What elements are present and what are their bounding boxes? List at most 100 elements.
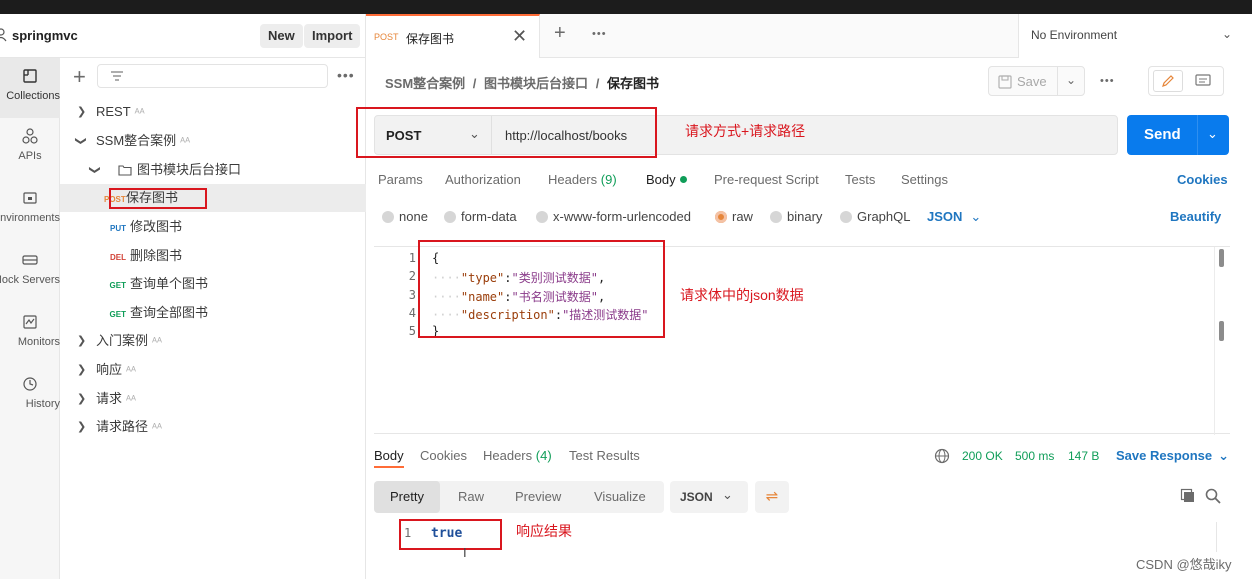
request-name: 查询单个图书 [130, 276, 209, 291]
rail-label-monitors: Monitors [17, 336, 60, 348]
environments-icon [23, 192, 37, 204]
rail-environments[interactable]: Environments [0, 190, 60, 224]
headers-count: (9) [600, 172, 617, 187]
radio-form-data[interactable]: form-data [444, 209, 517, 224]
copy-icon[interactable] [1180, 488, 1196, 504]
tree-item-intro[interactable]: ❯ 入门案例 ᴬᴬ [60, 327, 366, 355]
rail-history[interactable]: History [0, 376, 60, 410]
annotation-box-response [399, 519, 502, 550]
scrollbar-thumb[interactable] [1219, 321, 1224, 341]
save-icon [998, 75, 1012, 89]
radio-raw[interactable]: raw [715, 209, 753, 224]
chevron-right-icon: ❯ [77, 421, 87, 433]
response-tab-cookies[interactable]: Cookies [420, 448, 467, 463]
body-indicator-dot [679, 176, 687, 183]
environment-select[interactable]: No Environment ⌄ [1018, 14, 1252, 58]
tree-request-update-book[interactable]: PUT 修改图书 [60, 213, 366, 241]
tree-request-delete-book[interactable]: DEL 删除图书 [60, 242, 366, 270]
breadcrumb-folder[interactable]: 图书模块后台接口 [484, 76, 588, 91]
breadcrumb-collection[interactable]: SSM整合案例 [385, 76, 465, 91]
body-format-select[interactable]: JSON ⌄ [927, 209, 981, 225]
filter-input[interactable] [97, 64, 328, 88]
divider [1057, 67, 1058, 95]
tab-save-book[interactable]: POST 保存图书 ✕ [366, 14, 540, 58]
comment-icon[interactable] [1195, 74, 1211, 88]
radio-label: x-www-form-urlencoded [553, 209, 691, 224]
radio-graphql[interactable]: GraphQL [840, 209, 910, 224]
response-tab-headers[interactable]: Headers (4) [483, 448, 552, 463]
tabs-more-icon[interactable]: ••• [592, 28, 607, 40]
close-icon[interactable]: ✕ [512, 26, 527, 47]
response-view-toolbar: Pretty Raw Preview Visualize [374, 481, 664, 513]
chevron-down-icon: ❯ [88, 165, 101, 175]
tree-request-get-all-books[interactable]: GET 查询全部图书 [60, 299, 366, 327]
response-time[interactable]: 500 ms [1015, 449, 1054, 463]
annotation-text-body: 请求体中的json数据 [680, 287, 804, 303]
request-name: 修改图书 [130, 219, 183, 234]
line-number: 4 [408, 306, 416, 320]
editor-scroll-track [1214, 247, 1215, 435]
chevron-down-icon: ⌄ [722, 487, 733, 502]
response-format-value: JSON [680, 490, 713, 504]
beautify-link[interactable]: Beautify [1170, 209, 1221, 224]
tab-tests[interactable]: Tests [845, 172, 875, 187]
tree-folder[interactable]: ❯ 图书模块后台接口 [60, 156, 366, 184]
radio-urlencoded[interactable]: x-www-form-urlencoded [536, 209, 691, 224]
chevron-down-icon[interactable]: ⌄ [1066, 73, 1076, 87]
response-format-select[interactable]: JSON ⌄ [670, 481, 748, 513]
status-code[interactable]: 200 OK [962, 449, 1003, 463]
tree-request-save-book[interactable]: POST保存图书 [60, 184, 366, 212]
tab-prerequest-script[interactable]: Pre-request Script [714, 172, 819, 187]
wrap-lines-button[interactable]: ⇌ [755, 481, 789, 513]
radio-binary[interactable]: binary [770, 209, 822, 224]
save-response-button[interactable]: Save Response ⌄ [1116, 448, 1229, 464]
chevron-down-icon: ⌄ [1221, 27, 1232, 41]
shared-icon: ᴬᴬ [126, 365, 136, 377]
breadcrumb-separator: / [472, 76, 477, 91]
tree-item-rest[interactable]: ❯ REST ᴬᴬ [60, 98, 366, 126]
text-cursor-icon: I [463, 545, 467, 560]
window-top-bar [0, 0, 1252, 14]
left-rail: Collections APIs Environments Mock Serve… [0, 58, 60, 579]
tree-item-response[interactable]: ❯ 响应 ᴬᴬ [60, 356, 366, 384]
tree-item-ssm[interactable]: ❯ SSM整合案例 ᴬᴬ [60, 127, 366, 155]
cookies-link[interactable]: Cookies [1177, 172, 1228, 187]
workspace-name[interactable]: springmvc [12, 28, 78, 43]
scrollbar-thumb[interactable] [1219, 249, 1224, 267]
tab-authorization[interactable]: Authorization [445, 172, 521, 187]
tab-body[interactable]: Body [646, 172, 687, 187]
request-more-icon[interactable]: ••• [1100, 75, 1115, 87]
radio-label: raw [732, 209, 753, 224]
request-label: GET 查询单个图书 [108, 270, 208, 300]
response-tab-test-results[interactable]: Test Results [569, 448, 640, 463]
tab-settings[interactable]: Settings [901, 172, 948, 187]
tree-item-request-path[interactable]: ❯ 请求路径 ᴬᴬ [60, 413, 366, 441]
response-size[interactable]: 147 B [1068, 449, 1099, 463]
view-raw[interactable]: Raw [448, 481, 494, 513]
new-tab-icon[interactable]: + [554, 22, 566, 45]
save-button[interactable]: Save ⌄ [988, 66, 1085, 96]
rail-collections[interactable]: Collections [0, 58, 60, 118]
response-tab-body[interactable]: Body [374, 448, 404, 468]
tab-headers[interactable]: Headers (9) [548, 172, 617, 187]
chevron-down-icon[interactable]: ⌄ [1207, 126, 1218, 142]
view-visualize[interactable]: Visualize [584, 481, 656, 513]
tree-item-request[interactable]: ❯ 请求 ᴬᴬ [60, 385, 366, 413]
radio-none[interactable]: none [382, 209, 428, 224]
add-collection-icon[interactable]: + [73, 66, 86, 88]
view-pretty[interactable]: Pretty [374, 481, 440, 513]
folder-icon [118, 165, 132, 176]
view-preview[interactable]: Preview [505, 481, 571, 513]
edit-mode-button[interactable] [1153, 70, 1183, 92]
import-button[interactable]: Import [304, 24, 361, 48]
tree-request-get-book[interactable]: GET 查询单个图书 [60, 270, 366, 298]
rail-mock-servers[interactable]: Mock Servers [0, 252, 60, 286]
tab-params[interactable]: Params [378, 172, 423, 187]
rail-apis[interactable]: APIs [0, 128, 60, 162]
rail-monitors[interactable]: Monitors [0, 314, 60, 348]
more-options-icon[interactable]: ••• [337, 67, 355, 83]
new-button[interactable]: New [260, 24, 303, 48]
globe-icon[interactable] [934, 448, 950, 464]
search-icon[interactable] [1205, 488, 1221, 504]
send-button[interactable]: Send ⌄ [1127, 115, 1229, 155]
